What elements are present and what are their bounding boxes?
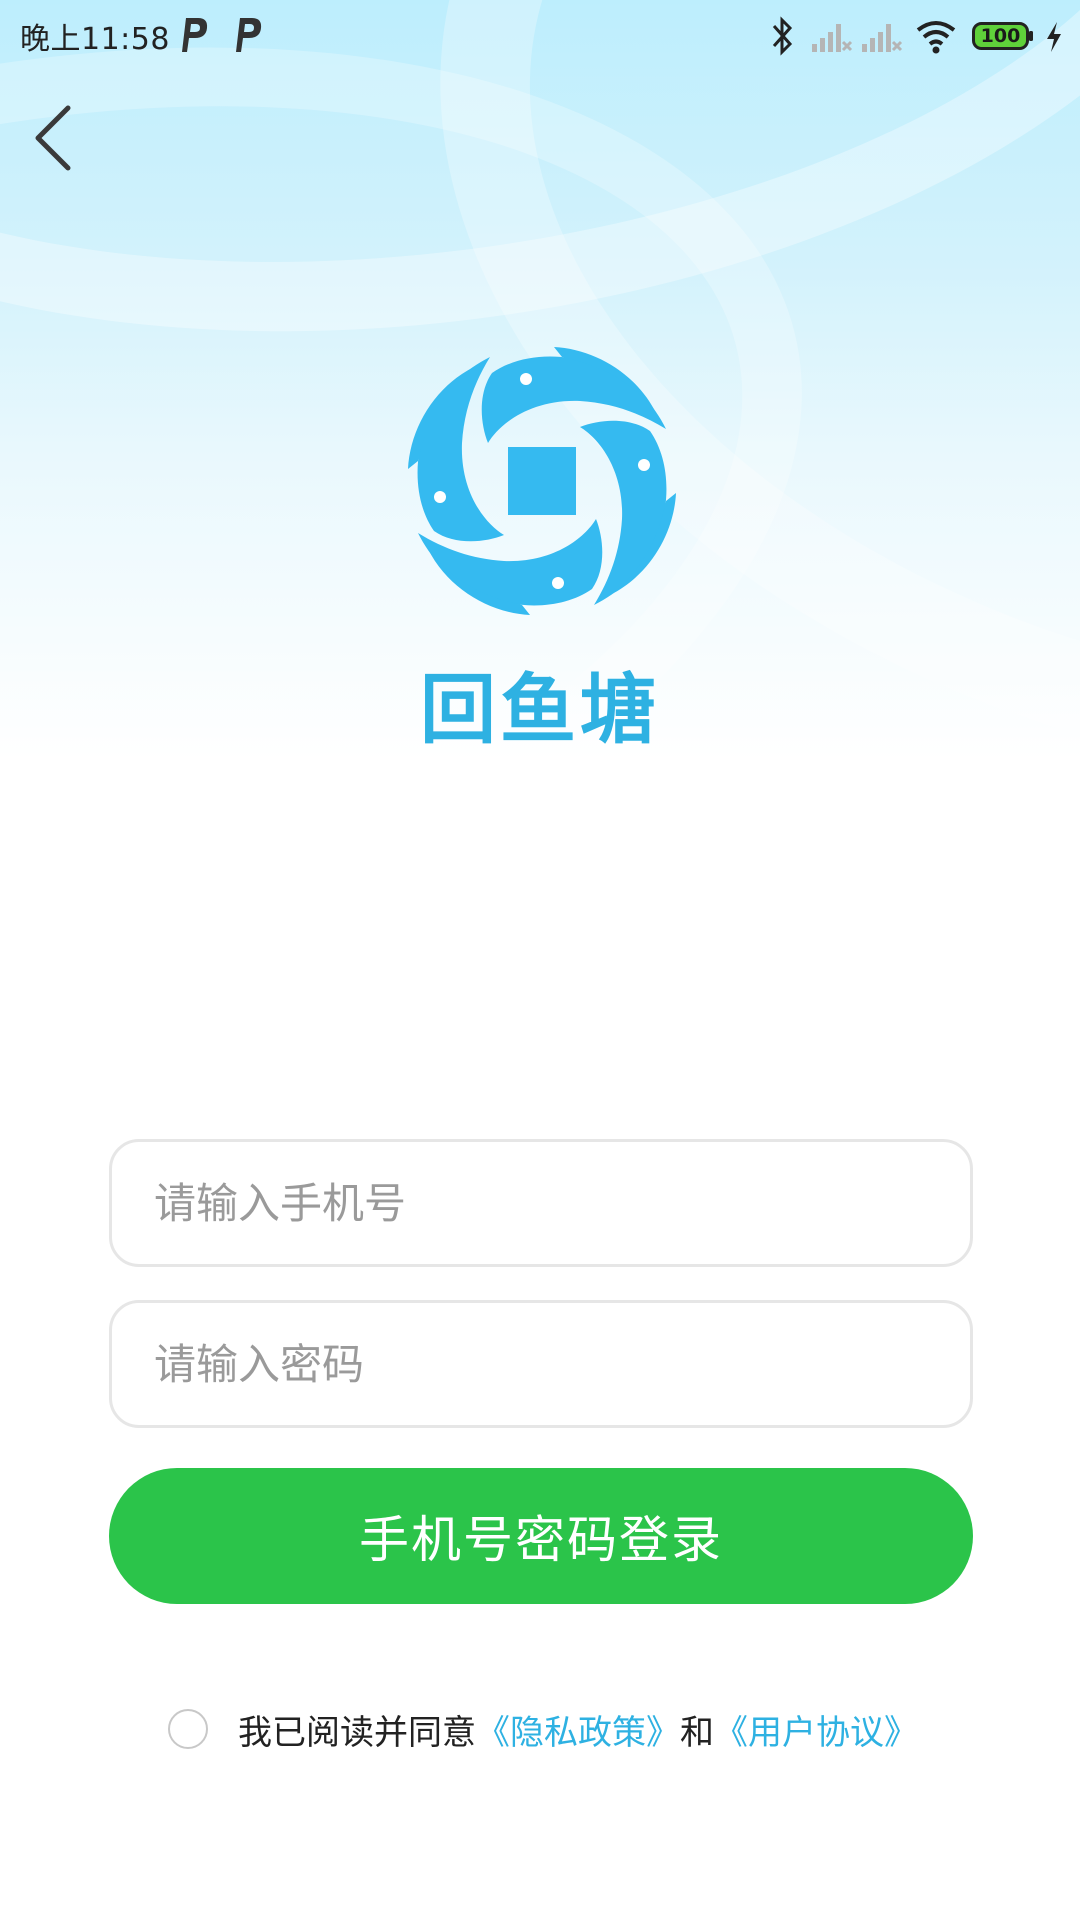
privacy-policy-link[interactable]: 《隐私政策》 — [476, 1705, 680, 1754]
login-button[interactable]: 手机号密码登录 — [109, 1468, 973, 1604]
status-bar: 晚上11:58 100 — [0, 0, 1080, 72]
battery-icon: 100 — [972, 22, 1033, 50]
fish-pond-logo-icon — [408, 347, 676, 615]
agreement-prefix: 我已阅读并同意 — [238, 1712, 476, 1753]
phone-field — [109, 1139, 973, 1267]
bluetooth-icon — [772, 16, 793, 56]
status-time: 晚上11:58 — [20, 22, 170, 57]
signal-icon — [812, 24, 853, 52]
agreement-row: 我已阅读并同意 《隐私政策》 和 《用户协议》 — [168, 1705, 918, 1754]
agreement-conjunction: 和 — [680, 1712, 714, 1753]
phone-input[interactable] — [112, 1142, 970, 1264]
app-name: 回鱼塘 — [420, 665, 660, 754]
agree-checkbox[interactable] — [168, 1709, 208, 1749]
back-button[interactable] — [28, 100, 88, 176]
password-field — [109, 1300, 973, 1428]
chevron-left-icon — [35, 105, 71, 171]
signal-icon — [862, 24, 903, 52]
password-input[interactable] — [112, 1303, 970, 1425]
p-icon — [182, 18, 208, 52]
charging-icon — [1047, 22, 1061, 52]
wifi-icon — [916, 21, 956, 54]
battery-level: 100 — [980, 25, 1021, 47]
user-agreement-link[interactable]: 《用户协议》 — [714, 1705, 918, 1754]
p-icon — [236, 18, 262, 52]
